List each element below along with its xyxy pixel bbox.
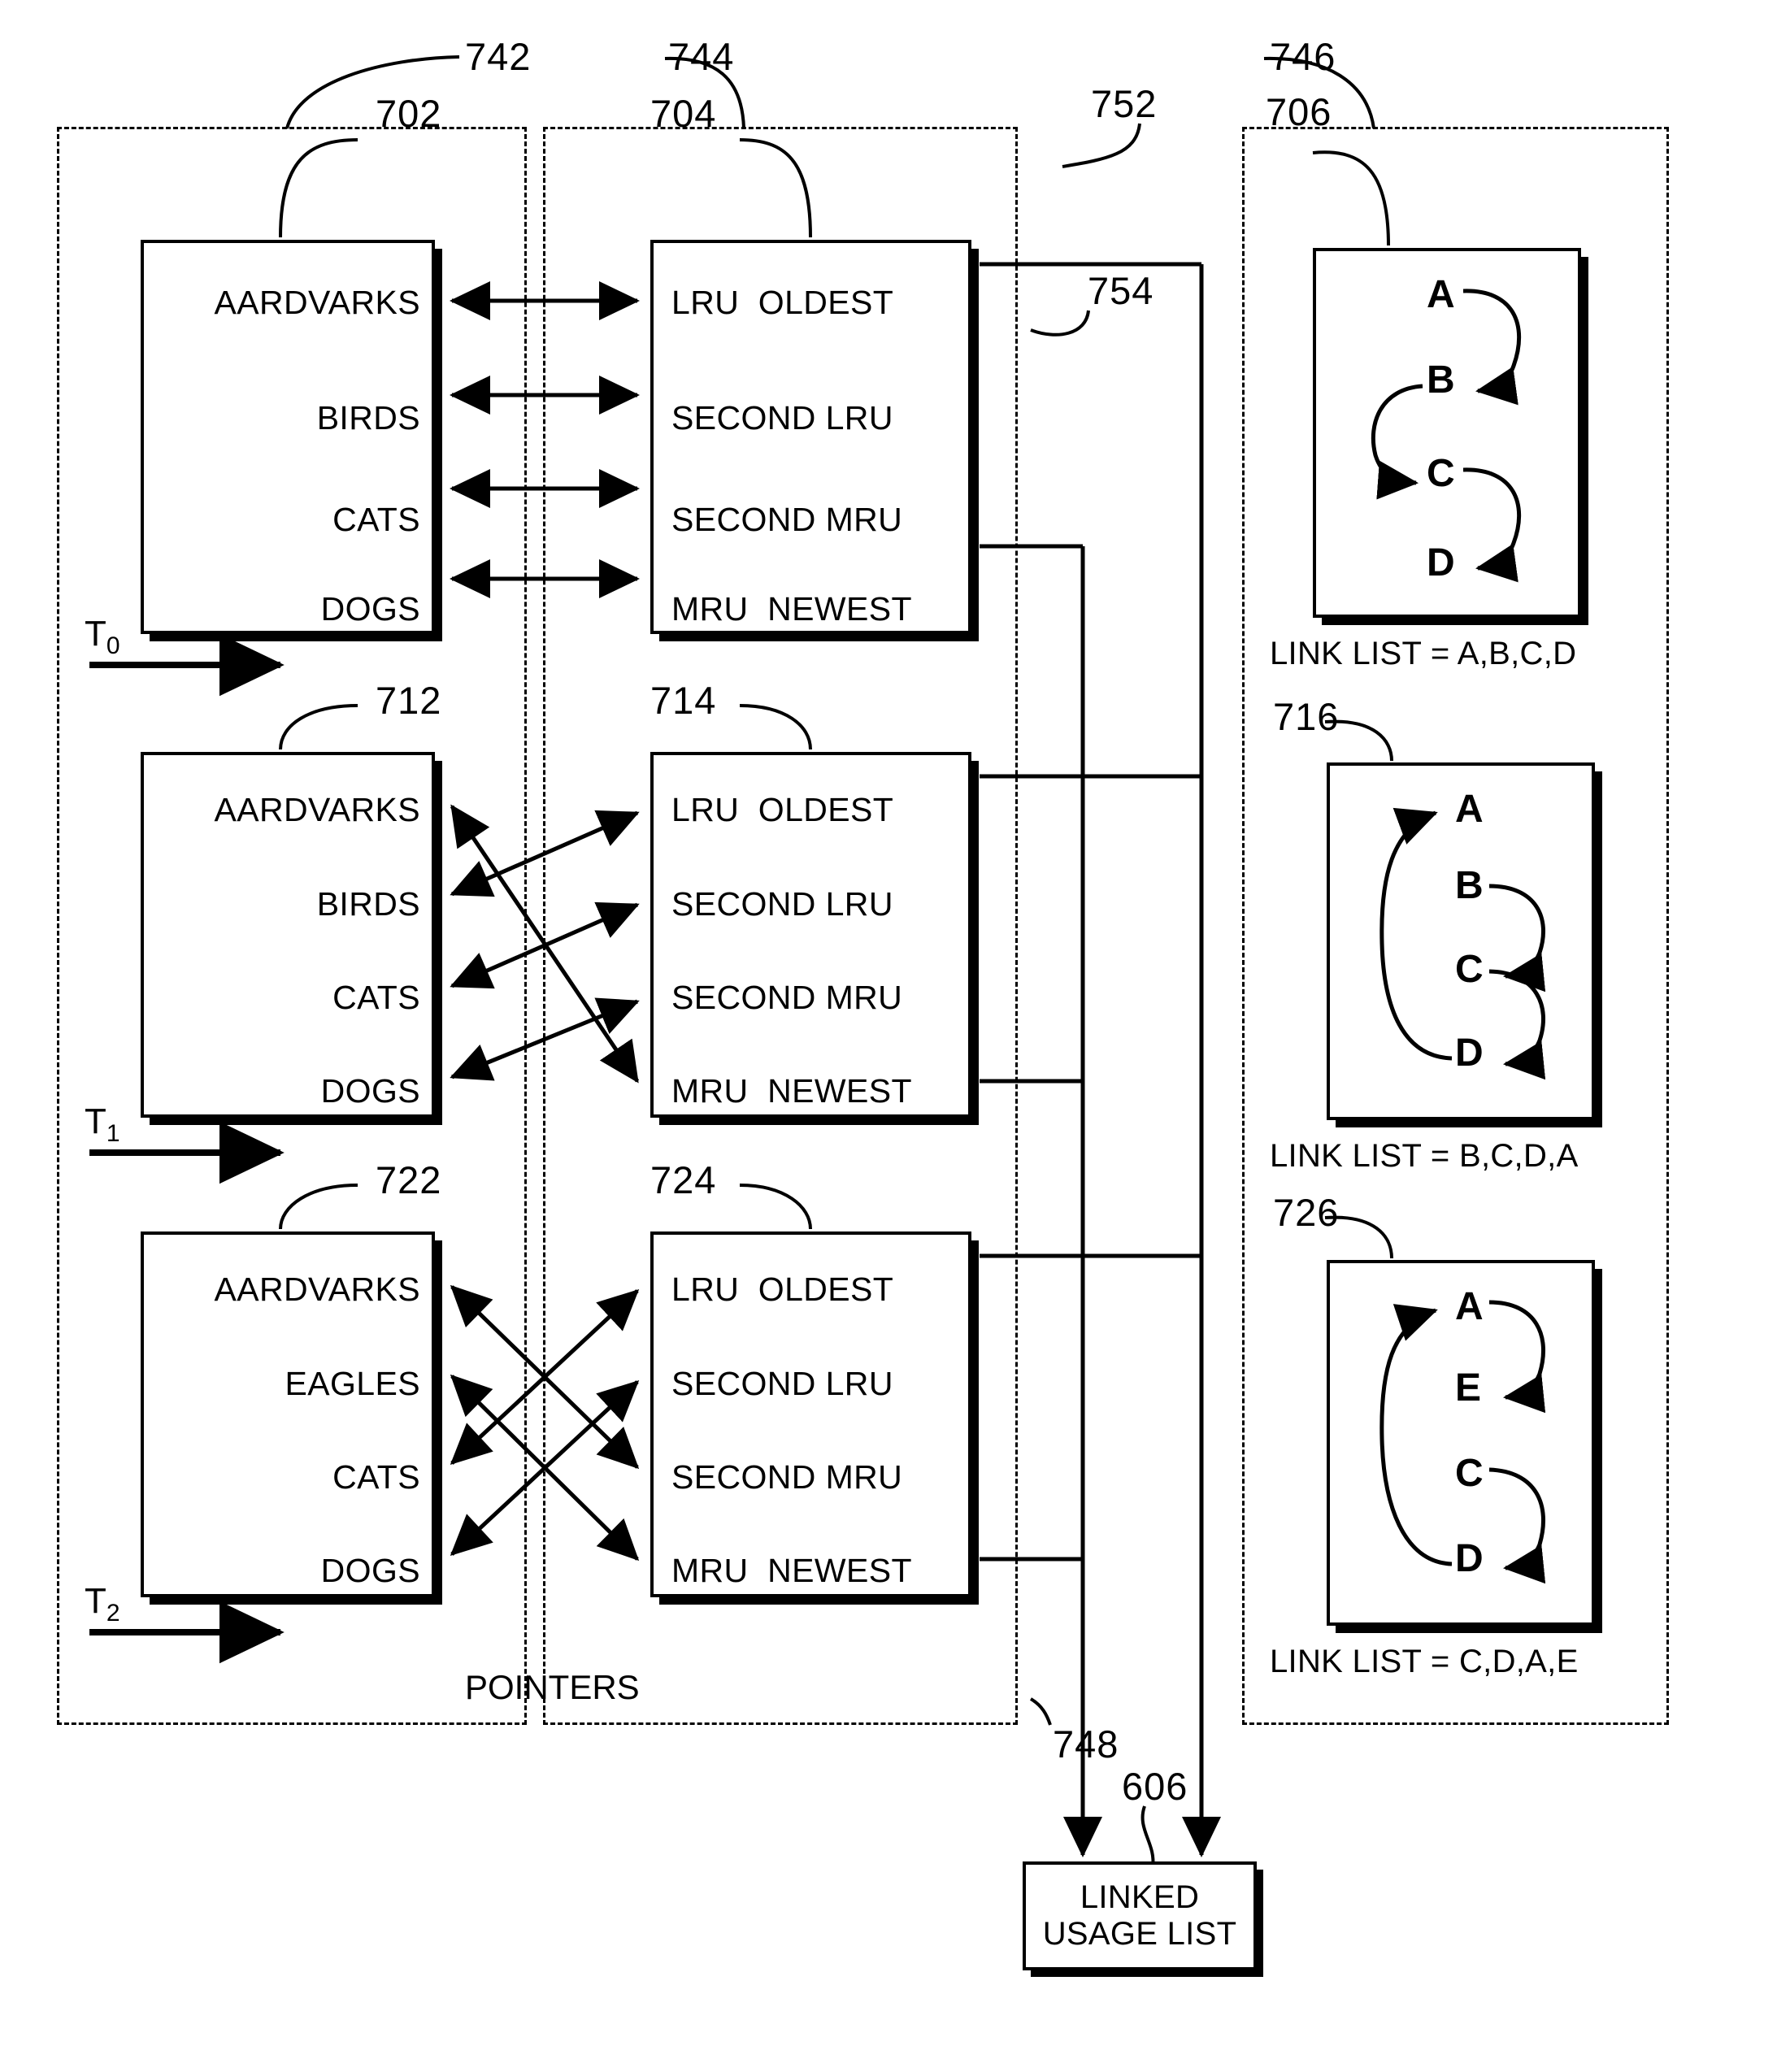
link-arrow-726-a-e (1488, 1300, 1546, 1414)
link-arrow-726-c-d (1488, 1467, 1546, 1584)
figure-canvas: 742 744 746 702 704 706 712 714 716 722 … (0, 0, 1777, 2072)
link-list-caption-726: LINK LIST = C,D,A,E (1270, 1644, 1579, 1679)
link-arrows-726 (1379, 1300, 1546, 1584)
link-arrow-726-d-a (1379, 1304, 1453, 1566)
